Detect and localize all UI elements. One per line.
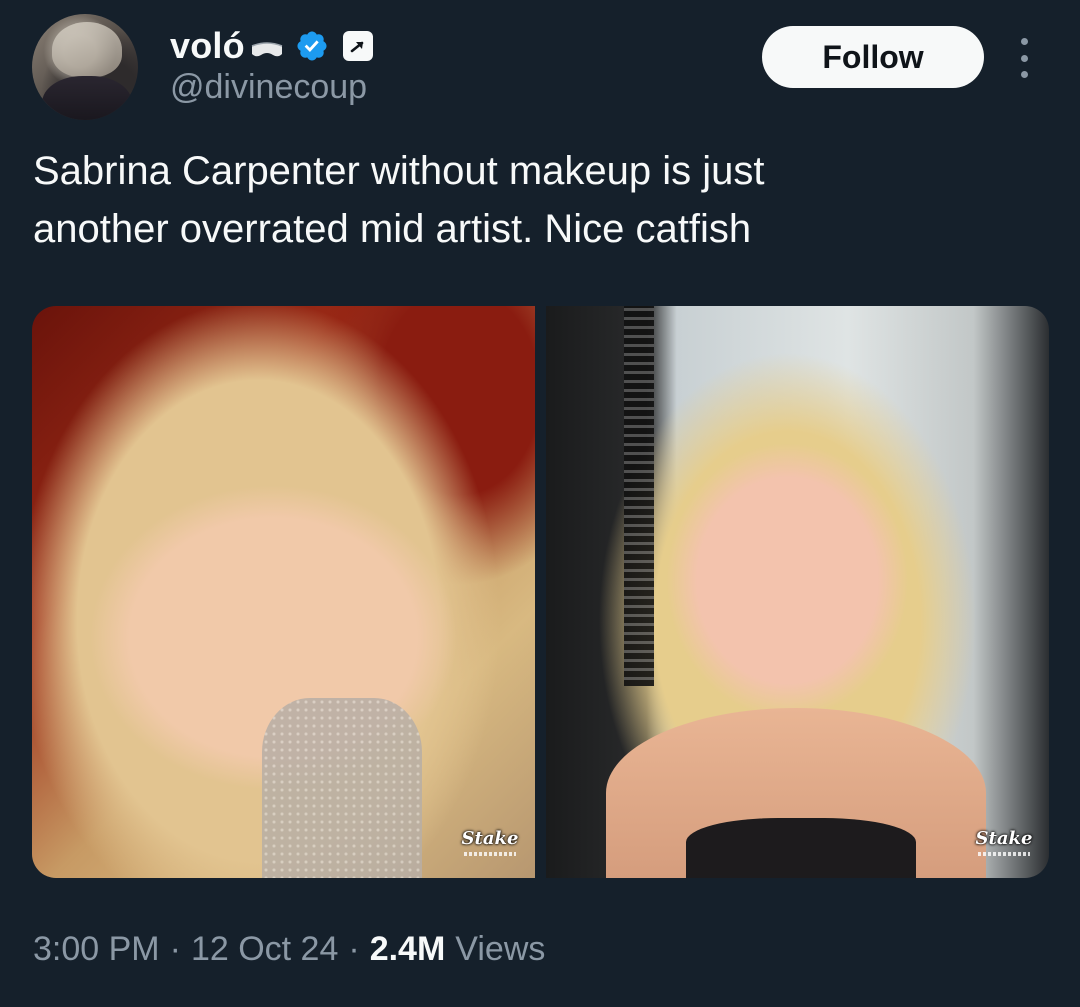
verified-badge-icon[interactable] [295,29,329,63]
tweet-date[interactable]: 12 Oct 24 [191,930,338,969]
display-name[interactable]: voló [170,25,245,67]
sparkly-top [262,698,422,878]
stake-watermark: Stake [461,828,519,862]
tweet: voló @divinecoup Follow Sabrina Carpente [0,0,1080,1007]
watermark-fineprint [978,852,1030,856]
author-handle[interactable]: @divinecoup [170,68,367,107]
tweet-text: Sabrina Carpenter without makeup is just… [33,149,765,251]
more-dot [1020,71,1028,78]
author-name-row: voló [170,24,373,68]
meta-separator: · [348,930,360,968]
avatar-shoulder [42,76,132,120]
tweet-meta: 3:00 PM · 12 Oct 24 · 2.4M Views [33,930,545,969]
follow-button[interactable]: Follow [762,26,984,88]
more-dot [1020,38,1028,45]
arrow-badge-icon[interactable] [342,31,373,61]
mosaic-tile-wall [624,306,654,686]
views-label: Views [455,930,546,968]
meta-separator: · [169,930,181,968]
avatar-hair [52,22,122,77]
tweet-time[interactable]: 3:00 PM [33,930,160,969]
user-avatar[interactable] [32,14,138,120]
watermark-text: Stake [461,828,519,849]
watermark-fineprint [464,852,516,856]
media-grid: Stake Stake [32,306,1049,878]
stake-watermark: Stake [975,828,1033,862]
views-count[interactable]: 2.4M [370,930,446,969]
photo-without-makeup[interactable]: Stake [546,306,1049,878]
more-dot [1020,54,1028,62]
vr-headset-icon [249,40,285,60]
more-options-icon[interactable] [1012,38,1036,78]
watermark-text: Stake [975,828,1033,849]
photo-with-makeup[interactable]: Stake [32,306,535,878]
lace-top [686,818,916,878]
